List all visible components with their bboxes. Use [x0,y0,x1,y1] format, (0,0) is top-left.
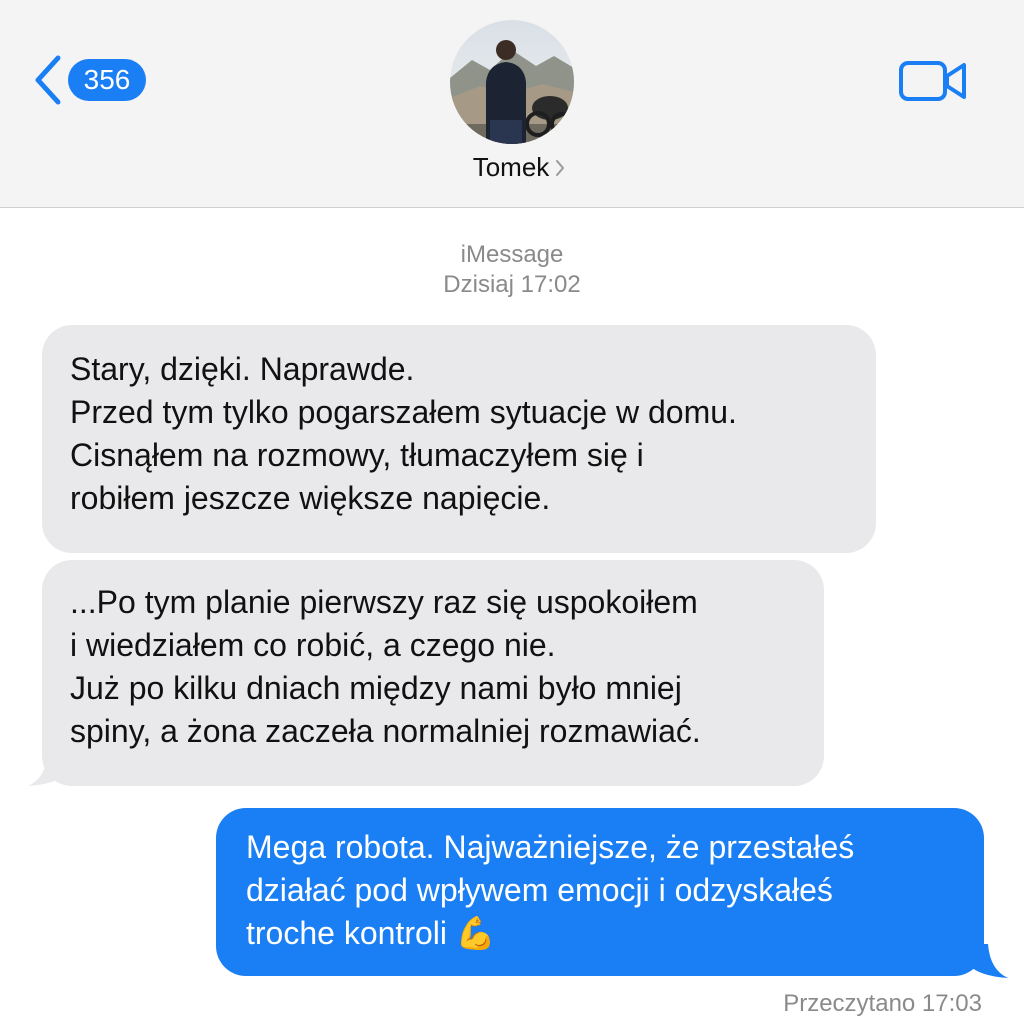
chevron-right-icon [556,159,565,176]
video-call-button[interactable] [898,58,968,104]
message-line: Cisnąłem na rozmowy, tłumaczyłem się i [70,437,644,473]
message-line: Przed tym tylko pogarszałem sytuacje w d… [70,394,737,430]
contact-name: Tomek [472,152,550,182]
message-line: ...Po tym planie pierwszy raz się uspoko… [70,584,698,620]
back-button[interactable]: 356 [30,52,146,108]
message-row: Stary, dzięki. Naprawde. Przed tym tylko… [42,325,876,553]
message-row: Mega robota. Najważniejsze, że przestałe… [216,808,1008,978]
video-camera-icon [899,61,966,101]
outgoing-message-bubble[interactable]: Mega robota. Najważniejsze, że przestałe… [216,808,984,976]
message-line: Mega robota. Najważniejsze, że przestałe… [246,829,855,865]
thread-timestamp: Dzisiaj 17:02 [443,271,581,298]
message-line: spiny, a żona zaczeła normalniej rozmawi… [70,713,701,749]
contact-info[interactable]: Tomek [0,152,1024,183]
thread-meta: iMessage Dzisiaj 17:02 [0,240,1024,300]
message-row: ...Po tym planie pierwszy raz się uspoko… [28,560,824,786]
message-line: Stary, dzięki. Naprawde. [70,351,415,387]
message-line: działać pod wpływem emocji i odzyskałeś [246,872,833,908]
conversation-header: 356 Tomek [0,0,1024,208]
incoming-message-bubble[interactable]: ...Po tym planie pierwszy raz się uspoko… [42,560,824,786]
chevron-left-icon [35,55,61,105]
message-line: troche kontroli 💪 [246,915,496,951]
message-line: robiłem jeszcze większe napięcie. [70,480,551,516]
service-label: iMessage [460,241,564,268]
incoming-message-bubble[interactable]: Stary, dzięki. Naprawde. Przed tym tylko… [42,325,876,553]
message-line: i wiedziałem co robić, a czego nie. [70,627,556,663]
read-receipt: Przeczytano 17:03 [783,990,982,1017]
message-line: Już po kilku dniach między nami było mni… [70,670,682,706]
avatar[interactable] [450,20,574,144]
unread-count-badge: 356 [68,59,146,101]
